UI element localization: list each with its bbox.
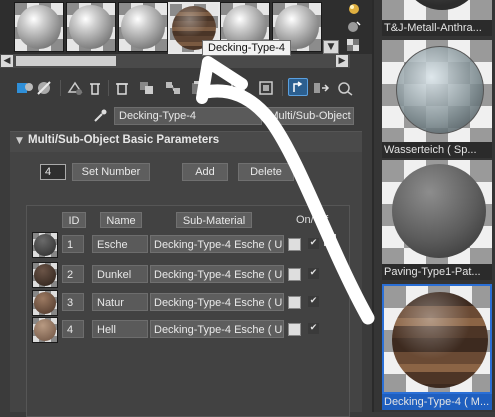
sphere-preview-icon — [34, 292, 56, 314]
sphere-preview-icon — [69, 5, 113, 49]
row-on-off-checkbox[interactable]: ✔ — [308, 238, 319, 249]
go-sibling-icon[interactable] — [312, 80, 330, 96]
row-submaterial-button[interactable]: Decking-Type-4 Esche ( Ur — [150, 320, 284, 338]
sample-slot-2[interactable] — [66, 2, 116, 52]
browser-item-4-label[interactable]: Decking-Type-4 ( M... — [382, 394, 492, 410]
row-name-field[interactable]: Hell — [92, 320, 148, 338]
sphere-preview-icon — [396, 46, 484, 134]
wood-sphere-preview-icon — [392, 292, 488, 388]
sphere-preview-icon — [121, 5, 165, 49]
number-of-materials-field[interactable]: 4 — [40, 164, 66, 180]
row-color-swatch[interactable] — [288, 238, 301, 251]
browser-item-3-preview[interactable] — [382, 160, 492, 264]
row-material-thumbnail[interactable] — [32, 262, 58, 288]
rollout-collapse-icon[interactable]: ▼ — [16, 136, 23, 146]
get-material-icon[interactable] — [16, 80, 34, 96]
row-id-field[interactable]: 1 — [62, 235, 84, 253]
onoff-header: On/Off — [296, 214, 329, 226]
show-map-icon[interactable] — [230, 80, 248, 96]
row-id-field[interactable]: 3 — [62, 293, 84, 311]
material-map-navigator-icon[interactable] — [336, 80, 354, 96]
submaterial-header-button[interactable]: Sub-Material — [176, 212, 252, 228]
row-name-field[interactable]: Dunkel — [92, 265, 148, 283]
sample-slot-3[interactable] — [118, 2, 168, 52]
sphere-preview-icon — [392, 164, 486, 258]
sphere-preview-icon — [17, 5, 61, 49]
put-to-scene-icon[interactable] — [36, 80, 54, 96]
row-name-field[interactable]: Esche — [92, 235, 148, 253]
strip-horizontal-scrollbar[interactable]: ◀ ▶ — [0, 54, 350, 68]
copy-icon[interactable] — [138, 80, 156, 96]
sphere-preview-icon — [402, 0, 482, 10]
row-on-off-checkbox[interactable]: ✔ — [308, 296, 319, 307]
sphere-preview-icon — [34, 234, 56, 256]
rollout-title: Multi/Sub-Object Basic Parameters — [28, 134, 220, 146]
unique-icon[interactable] — [164, 80, 182, 96]
name-header-button[interactable]: Name — [100, 212, 142, 228]
toolbar-separator — [60, 80, 61, 96]
sphere-preview-icon — [34, 319, 56, 341]
row-on-off-checkbox[interactable]: ✔ — [308, 268, 319, 279]
delete-icon[interactable] — [113, 80, 131, 96]
row-submaterial-button[interactable]: Decking-Type-4 Esche ( Ur — [150, 293, 284, 311]
scroll-right-icon[interactable]: ▶ — [336, 55, 348, 67]
reset-icon[interactable] — [86, 80, 104, 96]
add-button[interactable]: Add — [182, 163, 228, 181]
row-id-field[interactable]: 4 — [62, 320, 84, 338]
eyedropper-icon[interactable] — [92, 108, 108, 124]
set-number-button[interactable]: Set Number — [72, 163, 150, 181]
toolbar-separator — [282, 80, 283, 96]
row-material-thumbnail[interactable] — [32, 232, 58, 258]
show-end-result-icon[interactable] — [258, 80, 276, 96]
browser-item-4-preview-selected[interactable] — [382, 284, 492, 394]
go-parent-icon[interactable] — [288, 78, 308, 96]
row-color-swatch[interactable] — [288, 268, 301, 281]
row-name-field[interactable]: Natur — [92, 293, 148, 311]
row-material-thumbnail[interactable] — [32, 317, 58, 343]
assign-material-icon[interactable] — [66, 80, 84, 96]
sample-type-icon[interactable] — [346, 2, 362, 16]
delete-button[interactable]: Delete — [238, 163, 294, 181]
strip-scroll-down[interactable]: ▼ — [323, 40, 339, 54]
list-scroll-icon[interactable]: + — [324, 234, 336, 246]
material-name-field[interactable]: Decking-Type-4 — [114, 107, 262, 125]
browser-item-1-label[interactable]: T&J-Metall-Anthra... — [382, 20, 492, 36]
browser-item-1-preview[interactable] — [382, 0, 492, 20]
row-id-field[interactable]: 2 — [62, 265, 84, 283]
row-submaterial-button[interactable]: Decking-Type-4 Esche ( Ur — [150, 265, 284, 283]
toolbar-separator — [108, 80, 109, 96]
row-material-thumbnail[interactable] — [32, 290, 58, 316]
sphere-preview-icon — [34, 264, 56, 286]
browser-item-2-label[interactable]: Wasserteich ( Sp... — [382, 142, 492, 158]
material-type-button[interactable]: Multi/Sub-Object — [266, 107, 354, 125]
slot-tooltip: Decking-Type-4 — [202, 40, 292, 56]
id-header-button[interactable]: ID — [62, 212, 86, 228]
browser-item-2-preview[interactable] — [382, 40, 492, 142]
sample-slot-1[interactable] — [14, 2, 64, 52]
browser-item-3-label[interactable]: Paving-Type1-Pat... — [382, 264, 492, 280]
row-on-off-checkbox[interactable]: ✔ — [308, 323, 319, 334]
background-icon[interactable] — [346, 38, 362, 52]
put-library-icon[interactable] — [190, 80, 208, 96]
row-submaterial-button[interactable]: Decking-Type-4 Esche ( Ur — [150, 235, 284, 253]
scroll-left-icon[interactable]: ◀ — [1, 55, 13, 67]
scrollbar-thumb[interactable] — [16, 56, 116, 66]
row-color-swatch[interactable] — [288, 296, 301, 309]
row-color-swatch[interactable] — [288, 323, 301, 336]
backlight-icon[interactable] — [346, 20, 362, 34]
